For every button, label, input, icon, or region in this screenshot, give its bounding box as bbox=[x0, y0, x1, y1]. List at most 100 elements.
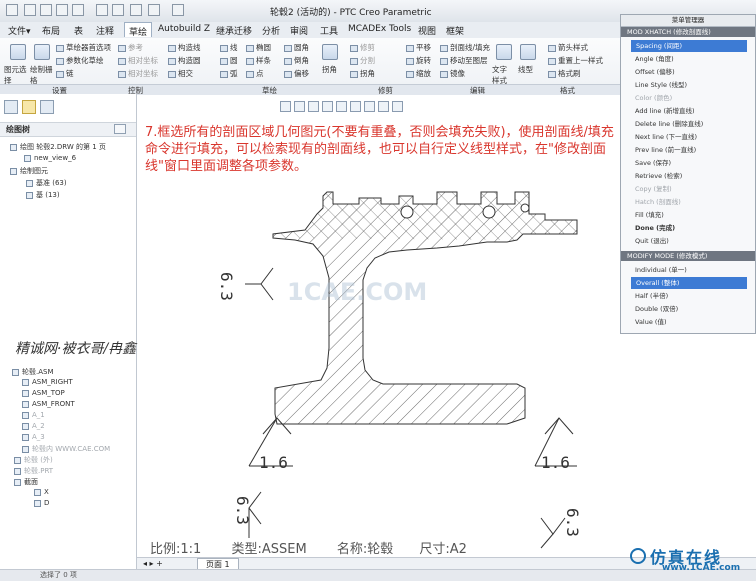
text-style-icon[interactable] bbox=[496, 44, 512, 60]
tree-item-base[interactable]: 基 (13) bbox=[26, 190, 60, 200]
zoom-in-icon[interactable] bbox=[280, 101, 291, 112]
model-item-x[interactable]: X bbox=[34, 488, 49, 496]
relative-coord-2-button[interactable]: 相对坐标 bbox=[118, 68, 158, 79]
tab-tools[interactable]: 工具 bbox=[320, 24, 338, 37]
circle-button[interactable]: 圆 bbox=[220, 55, 238, 66]
move-to-layer-button[interactable]: 移动至图层 bbox=[440, 55, 488, 66]
point-display-icon[interactable] bbox=[378, 101, 389, 112]
close-window-icon[interactable] bbox=[172, 4, 184, 16]
group-format[interactable]: 格式 bbox=[560, 85, 575, 96]
model-item-hub-prt[interactable]: 轮毂.PRT bbox=[14, 466, 53, 476]
tree-item-sheet[interactable]: 绘图 轮毂2.DRW 的第 1 页 bbox=[10, 142, 106, 152]
spline-button[interactable]: 样条 bbox=[246, 55, 271, 66]
mode-menu-item-0[interactable]: Individual (单一) bbox=[635, 264, 687, 274]
hatch-fill-button[interactable]: 剖面线/填充 bbox=[440, 42, 490, 53]
model-item-a1[interactable]: A_1 bbox=[22, 411, 45, 419]
format-painter-button[interactable]: 格式刷 bbox=[548, 68, 581, 79]
draw-grid-label[interactable]: 绘制栅格 bbox=[30, 64, 54, 86]
roughness-bottom[interactable]: 6.3 bbox=[233, 491, 262, 538]
point-button[interactable]: 点 bbox=[246, 68, 264, 79]
tab-analysis[interactable]: 分析 bbox=[262, 24, 280, 37]
relative-coord-button[interactable]: 相对坐标 bbox=[118, 55, 158, 66]
mode-menu-item-2[interactable]: Half (半倍) bbox=[635, 290, 668, 300]
parametric-sketch-button[interactable]: 参数化草绘 bbox=[56, 55, 104, 66]
tab-legacy-migration[interactable]: 继承迁移 bbox=[216, 24, 252, 37]
tree-item-entities[interactable]: 绘制图元 bbox=[10, 166, 48, 176]
tab-mcadex-tools[interactable]: MCADEx Tools bbox=[348, 24, 411, 34]
zoom-out-icon[interactable] bbox=[294, 101, 305, 112]
translate-button[interactable]: 平移 bbox=[406, 42, 431, 53]
construction-line-button[interactable]: 构造线 bbox=[168, 42, 201, 53]
display-style-icon[interactable] bbox=[336, 101, 347, 112]
intersect-button[interactable]: 相交 bbox=[168, 68, 193, 79]
repaint-icon[interactable] bbox=[322, 101, 333, 112]
group-edit[interactable]: 编辑 bbox=[470, 85, 485, 96]
line-style-icon[interactable] bbox=[520, 44, 536, 60]
sketcher-prefs-button[interactable]: 草绘器首选项 bbox=[56, 42, 111, 53]
model-item-d[interactable]: D bbox=[34, 499, 49, 507]
xhatch-menu-item-4[interactable]: Color (颜色) bbox=[635, 92, 672, 102]
xhatch-menu-item-15[interactable]: Quit (退出) bbox=[635, 235, 669, 245]
regenerate-icon[interactable] bbox=[112, 4, 124, 16]
tree-settings-icon[interactable] bbox=[114, 124, 126, 134]
xhatch-menu-item-11[interactable]: Copy (复制) bbox=[635, 183, 672, 193]
xhatch-menu-item-13[interactable]: Fill (填充) bbox=[635, 209, 664, 219]
xhatch-menu-item-5[interactable]: Add line (新增直线) bbox=[635, 105, 695, 115]
tab-file[interactable]: 文件▾ bbox=[8, 24, 31, 37]
xhatch-menu-item-3[interactable]: Line Style (线型) bbox=[635, 79, 687, 89]
window-icon[interactable] bbox=[130, 4, 142, 16]
redo-icon[interactable] bbox=[96, 4, 108, 16]
roughness-left[interactable]: 6.3 bbox=[217, 267, 274, 301]
tab-annotate[interactable]: 注释 bbox=[96, 24, 114, 37]
sheet-nav-icon[interactable]: ◂ ▸ + bbox=[143, 559, 163, 568]
tree-item-datum[interactable]: 基准 (63) bbox=[26, 178, 67, 188]
roughness-bottom-right[interactable]: 1.6 bbox=[534, 417, 577, 472]
line-button[interactable]: 线 bbox=[220, 42, 238, 53]
tab-view[interactable]: 视图 bbox=[418, 24, 436, 37]
axis-display-icon[interactable] bbox=[364, 101, 375, 112]
model-item-right[interactable]: ASM_RIGHT bbox=[22, 378, 73, 386]
mode-menu-item-1[interactable]: Overall (整体) bbox=[631, 277, 747, 289]
corner-icon[interactable] bbox=[322, 44, 338, 60]
xhatch-menu-item-0[interactable]: Spacing (间距) bbox=[631, 40, 747, 52]
model-item-front[interactable]: ASM_FRONT bbox=[22, 400, 75, 408]
rotate-button[interactable]: 旋转 bbox=[406, 55, 431, 66]
undo-icon[interactable] bbox=[72, 4, 84, 16]
xhatch-menu-item-8[interactable]: Prev line (前一直线) bbox=[635, 144, 696, 154]
mirror-button[interactable]: 镜像 bbox=[440, 68, 465, 79]
roughness-corner[interactable]: 6.3 bbox=[540, 508, 582, 549]
new-file-icon[interactable] bbox=[24, 4, 36, 16]
group-sketch[interactable]: 草绘 bbox=[262, 85, 277, 96]
scale-button[interactable]: 缩放 bbox=[406, 68, 431, 79]
xhatch-menu-item-2[interactable]: Offset (偏移) bbox=[635, 66, 675, 76]
model-item-a3[interactable]: A_3 bbox=[22, 433, 45, 441]
model-item-section[interactable]: 截面 bbox=[14, 477, 38, 487]
stretch-button[interactable]: 拐角 bbox=[350, 68, 375, 79]
select-entity-label[interactable]: 图元选择 bbox=[4, 64, 28, 86]
tree-item-view[interactable]: new_view_6 bbox=[24, 154, 76, 162]
offset-button[interactable]: 偏移 bbox=[284, 68, 309, 79]
model-item-hub-outer[interactable]: 轮毂 (外) bbox=[14, 455, 53, 465]
folder-icon[interactable] bbox=[22, 100, 36, 114]
save-icon[interactable] bbox=[56, 4, 68, 16]
tab-table[interactable]: 表 bbox=[74, 24, 83, 37]
xhatch-menu-item-7[interactable]: Next line (下一直线) bbox=[635, 131, 697, 141]
xhatch-menu-item-10[interactable]: Retrieve (检索) bbox=[635, 170, 682, 180]
model-item-hub-inner[interactable]: 轮毂内 WWW.CAE.COM bbox=[22, 444, 110, 454]
open-file-icon[interactable] bbox=[40, 4, 52, 16]
ellipse-button[interactable]: 椭圆 bbox=[246, 42, 271, 53]
xhatch-menu-item-14[interactable]: Done (完成) bbox=[635, 222, 675, 232]
datum-display-icon[interactable] bbox=[350, 101, 361, 112]
favorites-icon[interactable] bbox=[40, 100, 54, 114]
csys-display-icon[interactable] bbox=[392, 101, 403, 112]
text-style-label[interactable]: 文字样式 bbox=[492, 64, 514, 86]
tab-layout[interactable]: 布局 bbox=[42, 24, 60, 37]
chamfer-button[interactable]: 倒角 bbox=[284, 55, 309, 66]
divide-button[interactable]: 分割 bbox=[350, 55, 375, 66]
fillet-button[interactable]: 圆角 bbox=[284, 42, 309, 53]
chain-button[interactable]: 链 bbox=[56, 68, 74, 79]
layers-icon[interactable] bbox=[4, 100, 18, 114]
model-item-a2[interactable]: A_2 bbox=[22, 422, 45, 430]
draw-grid-icon[interactable] bbox=[34, 44, 50, 60]
tab-review[interactable]: 审阅 bbox=[290, 24, 308, 37]
